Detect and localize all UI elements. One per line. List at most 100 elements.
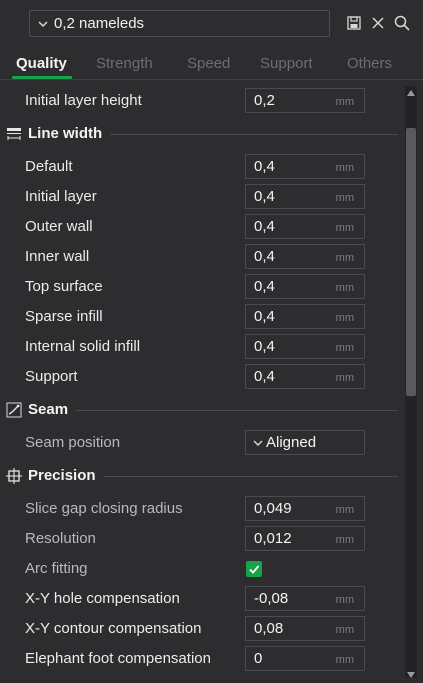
slice-gap-closing-radius-input[interactable]: 0,049 mm bbox=[245, 496, 365, 521]
line-width-inner-wall-row: Inner wall 0,4 mm bbox=[0, 242, 400, 272]
line-width-outer-wall-row: Outer wall 0,4 mm bbox=[0, 212, 400, 242]
xy-hole-compensation-input[interactable]: -0,08 mm bbox=[245, 586, 365, 611]
setting-label: Initial layer bbox=[25, 188, 97, 205]
tab-speed[interactable]: Speed bbox=[187, 55, 230, 72]
arc-fitting-checkbox[interactable] bbox=[246, 561, 262, 577]
resolution-input[interactable]: 0,012 mm bbox=[245, 526, 365, 551]
setting-label: Resolution bbox=[25, 530, 96, 547]
line-width-sparse-infill-input[interactable]: 0,4 mm bbox=[245, 304, 365, 329]
xy-contour-compensation-row: X-Y contour compensation 0,08 mm bbox=[0, 614, 400, 644]
initial-layer-height-input[interactable]: 0,2 mm bbox=[245, 88, 365, 113]
line-width-internal-solid-infill-row: Internal solid infill 0,4 mm bbox=[0, 332, 400, 362]
scroll-up-icon[interactable] bbox=[405, 88, 417, 98]
field-value: 0,4 bbox=[254, 158, 275, 175]
close-icon[interactable] bbox=[369, 14, 387, 32]
elephant-foot-compensation-input[interactable]: 0 mm bbox=[245, 646, 365, 671]
section-divider bbox=[110, 134, 398, 135]
line-width-section-header: Line width bbox=[0, 119, 400, 149]
setting-label: X-Y hole compensation bbox=[25, 590, 180, 607]
line-width-support-input[interactable]: 0,4 mm bbox=[245, 364, 365, 389]
field-unit: mm bbox=[335, 594, 354, 606]
seam-position-dropdown[interactable]: Aligned bbox=[245, 430, 365, 455]
line-width-initial-layer-row: Initial layer 0,4 mm bbox=[0, 182, 400, 212]
tab-quality[interactable]: Quality bbox=[16, 55, 67, 72]
field-value: 0,08 bbox=[254, 620, 284, 637]
setting-label: Seam position bbox=[25, 434, 121, 451]
setting-label: Outer wall bbox=[25, 218, 93, 235]
field-value: 0,4 bbox=[254, 218, 275, 235]
field-unit: mm bbox=[335, 624, 354, 636]
field-value: 0,4 bbox=[254, 248, 275, 265]
field-value: 0 bbox=[254, 650, 263, 667]
line-width-top-surface-input[interactable]: 0,4 mm bbox=[245, 274, 365, 299]
section-title: Precision bbox=[28, 467, 96, 484]
preset-dropdown[interactable]: 0,2 nameleds bbox=[29, 10, 330, 37]
line-width-support-row: Support 0,4 mm bbox=[0, 362, 400, 392]
field-value: 0,4 bbox=[254, 278, 275, 295]
setting-label: Internal solid infill bbox=[25, 338, 141, 355]
field-unit: mm bbox=[335, 372, 354, 384]
field-value: Aligned bbox=[266, 434, 317, 451]
section-title: Line width bbox=[28, 125, 103, 142]
section-divider bbox=[104, 476, 398, 477]
line-width-internal-solid-infill-input[interactable]: 0,4 mm bbox=[245, 334, 365, 359]
field-unit: mm bbox=[335, 96, 354, 108]
setting-label: Sparse infill bbox=[25, 308, 103, 325]
print-settings-panel: 0,2 nameleds Quality Strength Speed Supp… bbox=[0, 0, 423, 683]
field-value: 0,2 bbox=[254, 92, 275, 109]
line-width-top-surface-row: Top surface 0,4 mm bbox=[0, 272, 400, 302]
line-width-default-row: Default 0,4 mm bbox=[0, 152, 400, 182]
setting-label: Arc fitting bbox=[25, 560, 88, 577]
field-value: -0,08 bbox=[254, 590, 289, 607]
field-value: 0,049 bbox=[254, 500, 292, 517]
scrollbar-thumb[interactable] bbox=[406, 128, 416, 396]
tab-others[interactable]: Others bbox=[347, 55, 392, 72]
preset-value: 0,2 nameleds bbox=[54, 15, 145, 32]
line-width-sparse-infill-row: Sparse infill 0,4 mm bbox=[0, 302, 400, 332]
line-width-outer-wall-input[interactable]: 0,4 mm bbox=[245, 214, 365, 239]
field-unit: mm bbox=[335, 192, 354, 204]
precision-section-header: Precision bbox=[0, 461, 400, 491]
seam-icon bbox=[6, 402, 22, 418]
field-unit: mm bbox=[335, 504, 354, 516]
active-tab-indicator bbox=[12, 76, 72, 79]
tab-support[interactable]: Support bbox=[260, 55, 313, 72]
initial-layer-height-row: Initial layer height 0,2 mm bbox=[0, 86, 400, 116]
arc-fitting-row: Arc fitting bbox=[0, 554, 400, 584]
field-value: 0,4 bbox=[254, 368, 275, 385]
search-icon[interactable] bbox=[393, 14, 411, 32]
line-width-icon bbox=[7, 128, 21, 140]
setting-label: Default bbox=[25, 158, 73, 175]
field-value: 0,012 bbox=[254, 530, 292, 547]
precision-icon bbox=[6, 468, 22, 484]
scroll-down-icon[interactable] bbox=[405, 670, 417, 680]
setting-label: Inner wall bbox=[25, 248, 90, 265]
field-unit: mm bbox=[335, 222, 354, 234]
setting-label: Support bbox=[25, 368, 78, 385]
resolution-row: Resolution 0,012 mm bbox=[0, 524, 400, 554]
line-width-initial-layer-input[interactable]: 0,4 mm bbox=[245, 184, 365, 209]
setting-label: Elephant foot compensation bbox=[25, 650, 211, 667]
section-divider bbox=[76, 410, 398, 411]
xy-contour-compensation-input[interactable]: 0,08 mm bbox=[245, 616, 365, 641]
field-value: 0,4 bbox=[254, 188, 275, 205]
slice-gap-closing-radius-row: Slice gap closing radius 0,049 mm bbox=[0, 494, 400, 524]
preset-bar: 0,2 nameleds bbox=[0, 0, 423, 46]
field-value: 0,4 bbox=[254, 308, 275, 325]
line-width-inner-wall-input[interactable]: 0,4 mm bbox=[245, 244, 365, 269]
setting-label: Top surface bbox=[25, 278, 103, 295]
setting-label: X-Y contour compensation bbox=[25, 620, 202, 637]
setting-label: Slice gap closing radius bbox=[25, 500, 183, 517]
tab-strength[interactable]: Strength bbox=[96, 55, 153, 72]
chevron-down-icon bbox=[38, 20, 48, 27]
save-icon[interactable] bbox=[345, 14, 363, 32]
line-width-default-input[interactable]: 0,4 mm bbox=[245, 154, 365, 179]
field-value: 0,4 bbox=[254, 338, 275, 355]
xy-hole-compensation-row: X-Y hole compensation -0,08 mm bbox=[0, 584, 400, 614]
seam-section-header: Seam bbox=[0, 395, 400, 425]
section-title: Seam bbox=[28, 401, 69, 418]
settings-tabs: Quality Strength Speed Support Others bbox=[0, 50, 423, 80]
elephant-foot-compensation-row: Elephant foot compensation 0 mm bbox=[0, 644, 400, 674]
checkmark-icon bbox=[249, 565, 260, 574]
setting-label: Initial layer height bbox=[25, 92, 142, 109]
